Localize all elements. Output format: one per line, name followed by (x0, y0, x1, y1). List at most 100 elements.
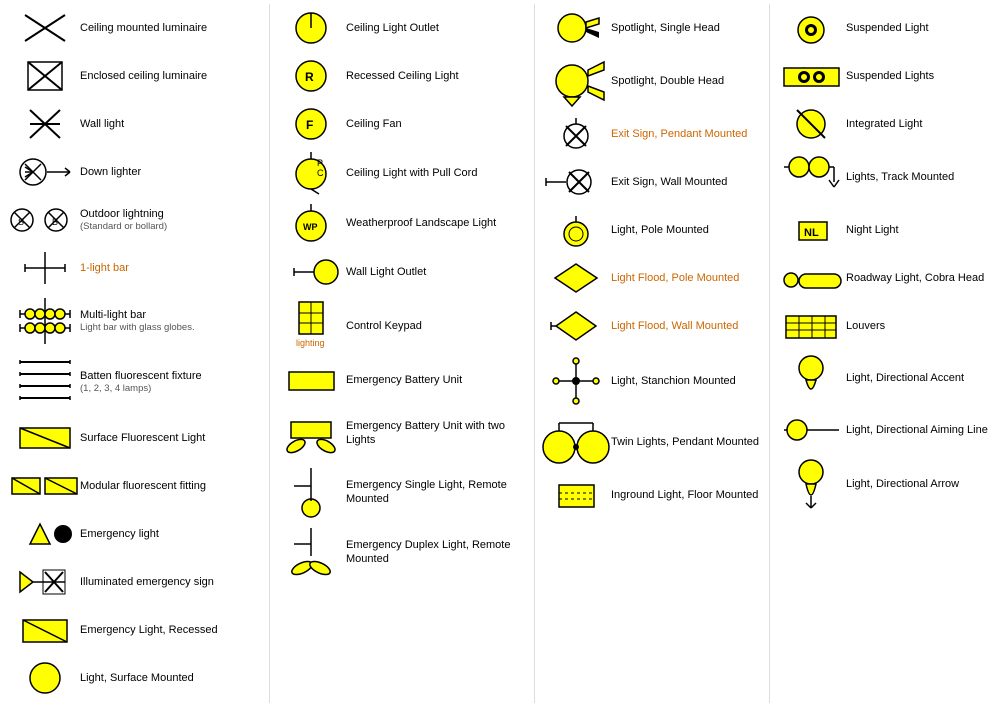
light-stanchion-row: Light, Stanchion Mounted (535, 350, 769, 413)
suspended-lights-label: Suspended Lights (846, 69, 999, 83)
suspended-lights-icon (776, 58, 846, 94)
outdoor-lightning-row: S B Outdoor lightning (Standard or bolla… (4, 196, 269, 244)
louvers-label: Louvers (846, 319, 999, 333)
svg-text:S: S (18, 217, 24, 227)
svg-text:NL: NL (804, 227, 819, 239)
suspended-lights-row: Suspended Lights (770, 52, 1001, 100)
surface-fluorescent-icon (10, 420, 80, 456)
wall-light-label: Wall light (80, 117, 263, 131)
light-flood-wall-row: Light Flood, Wall Mounted (535, 302, 769, 350)
batten-fluorescent-row: Batten fluorescent fixture (1, 2, 3, 4 l… (4, 350, 269, 414)
surface-fluorescent-label: Surface Fluorescent Light (80, 431, 263, 445)
wall-light-outlet-label: Wall Light Outlet (346, 265, 528, 279)
ceiling-fan-icon: F (276, 106, 346, 142)
control-keypad-row: lighting Control Keypad (270, 296, 534, 356)
night-light-label: Night Light (846, 223, 999, 237)
louvers-row: Louvers (770, 302, 1001, 350)
weatherproof-landscape-row: WP Weatherproof Landscape Light (270, 198, 534, 248)
exit-sign-pendant-row: Exit Sign, Pendant Mounted (535, 110, 769, 158)
emergency-light-row: Emergency light (4, 510, 269, 558)
emergency-duplex-label: Emergency Duplex Light, Remote Mounted (346, 538, 528, 567)
ceiling-fan-row: F Ceiling Fan (270, 100, 534, 148)
batten-fluorescent-label: Batten fluorescent fixture (1, 2, 3, 4 l… (80, 369, 263, 396)
emergency-battery-two-row: Emergency Battery Unit with two Lights (270, 404, 534, 462)
inground-light-label: Inground Light, Floor Mounted (611, 488, 763, 502)
light-stanchion-icon (541, 354, 611, 409)
light-surface-mounted-row: Light, Surface Mounted (4, 654, 269, 702)
light-directional-arrow-icon (776, 458, 846, 510)
ceiling-mounted-luminaire-row: Ceiling mounted luminaire (4, 4, 269, 52)
light-flood-wall-label: Light Flood, Wall Mounted (611, 319, 763, 333)
spotlight-single-icon (541, 10, 611, 46)
emergency-recessed-row: Emergency Light, Recessed (4, 606, 269, 654)
roadway-light-row: Roadway Light, Cobra Head (770, 254, 1001, 302)
wall-light-icon (10, 106, 80, 142)
light-flood-wall-icon (541, 308, 611, 344)
emergency-duplex-row: Emergency Duplex Light, Remote Mounted (270, 522, 534, 582)
weatherproof-landscape-label: Weatherproof Landscape Light (346, 216, 528, 230)
lights-track-mounted-row: Lights, Track Mounted (770, 148, 1001, 206)
light-directional-accent-icon (776, 354, 846, 402)
spotlight-double-label: Spotlight, Double Head (611, 74, 763, 88)
twin-lights-pendant-icon (541, 417, 611, 467)
weatherproof-landscape-icon: WP (276, 202, 346, 244)
light-flood-pole-row: Light Flood, Pole Mounted (535, 254, 769, 302)
light-pole-mounted-row: Light, Pole Mounted (535, 206, 769, 254)
emergency-battery-label: Emergency Battery Unit (346, 373, 528, 387)
ceiling-mounted-luminaire-label: Ceiling mounted luminaire (80, 21, 263, 35)
integrated-light-row: Integrated Light (770, 100, 1001, 148)
illuminated-emergency-row: Illuminated emergency sign (4, 558, 269, 606)
recessed-ceiling-light-icon: R (276, 58, 346, 94)
emergency-single-label: Emergency Single Light, Remote Mounted (346, 478, 528, 507)
emergency-light-icon (10, 516, 80, 552)
exit-sign-wall-icon (541, 164, 611, 200)
light-directional-aiming-label: Light, Directional Aiming Line (846, 423, 999, 437)
down-lighter-label: Down lighter (80, 165, 263, 179)
wall-light-row: Wall light (4, 100, 269, 148)
emergency-recessed-icon (10, 612, 80, 648)
twin-lights-pendant-row: Twin Lights, Pendant Mounted (535, 413, 769, 471)
inground-light-row: Inground Light, Floor Mounted (535, 471, 769, 519)
light-directional-aiming-icon (776, 412, 846, 448)
ceiling-light-pull-cord-row: P C Ceiling Light with Pull Cord (270, 148, 534, 198)
modular-fluorescent-icon (10, 468, 80, 504)
exit-sign-pendant-icon (541, 116, 611, 152)
svg-text:F: F (306, 118, 313, 132)
svg-text:B: B (52, 217, 58, 227)
ceiling-light-pull-cord-label: Ceiling Light with Pull Cord (346, 166, 528, 180)
svg-text:P: P (317, 158, 323, 168)
integrated-light-icon (776, 106, 846, 142)
one-light-bar-icon (10, 250, 80, 286)
illuminated-emergency-label: Illuminated emergency sign (80, 575, 263, 589)
wall-light-outlet-icon (276, 254, 346, 290)
emergency-single-row: Emergency Single Light, Remote Mounted (270, 462, 534, 522)
emergency-battery-icon (276, 362, 346, 398)
louvers-icon (776, 308, 846, 344)
emergency-light-label: Emergency light (80, 527, 263, 541)
night-light-row: NL Night Light (770, 206, 1001, 254)
light-stanchion-label: Light, Stanchion Mounted (611, 374, 763, 388)
control-keypad-icon: lighting (276, 300, 346, 352)
emergency-single-icon (276, 466, 346, 518)
light-flood-pole-icon (541, 260, 611, 296)
emergency-battery-row: Emergency Battery Unit (270, 356, 534, 404)
enclosed-ceiling-luminaire-row: Enclosed ceiling luminaire (4, 52, 269, 100)
spotlight-double-row: Spotlight, Double Head (535, 52, 769, 110)
roadway-light-icon (776, 260, 846, 296)
suspended-light-icon (776, 10, 846, 46)
outdoor-lightning-label: Outdoor lightning (Standard or bollard) (80, 207, 263, 234)
spotlight-single-label: Spotlight, Single Head (611, 21, 763, 35)
wall-light-outlet-row: Wall Light Outlet (270, 248, 534, 296)
roadway-light-label: Roadway Light, Cobra Head (846, 271, 999, 285)
exit-sign-pendant-label: Exit Sign, Pendant Mounted (611, 127, 763, 141)
one-light-bar-label: 1-light bar (80, 261, 263, 275)
ceiling-light-outlet-row: Ceiling Light Outlet (270, 4, 534, 52)
light-pole-mounted-icon (541, 212, 611, 248)
ceiling-light-outlet-label: Ceiling Light Outlet (346, 21, 528, 35)
down-lighter-icon (10, 154, 80, 190)
down-lighter-row: Down lighter (4, 148, 269, 196)
light-directional-arrow-row: Light, Directional Arrow (770, 454, 1001, 514)
spotlight-double-icon (541, 56, 611, 106)
light-surface-mounted-icon (10, 660, 80, 696)
ceiling-light-pull-cord-icon: P C (276, 152, 346, 194)
